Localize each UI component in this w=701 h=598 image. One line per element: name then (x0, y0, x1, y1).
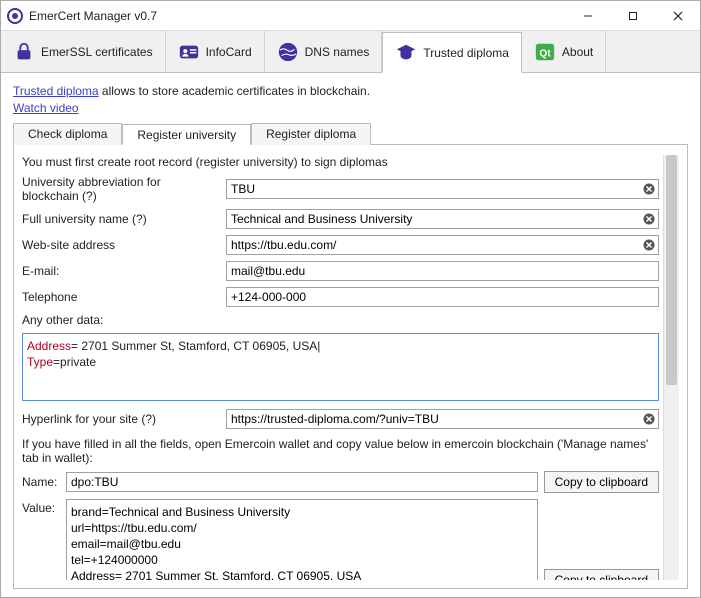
content-area: Trusted diploma allows to store academic… (1, 73, 700, 597)
form-hint: You must first create root record (regis… (22, 155, 659, 169)
tab-label: DNS names (305, 45, 370, 59)
hyperlink-label: Hyperlink for your site (?) (22, 412, 220, 426)
app-title: EmerCert Manager v0.7 (29, 9, 565, 23)
clear-icon[interactable] (640, 410, 658, 428)
value-textarea[interactable] (66, 499, 538, 580)
hyperlink-input[interactable] (227, 410, 640, 428)
globe-icon (277, 41, 299, 63)
trusted-diploma-link[interactable]: Trusted diploma (13, 84, 99, 98)
tab-label: InfoCard (206, 45, 252, 59)
subtab-register-diploma[interactable]: Register diploma (251, 123, 371, 145)
tel-input[interactable] (227, 288, 658, 306)
other-data-textarea[interactable]: Address= 2701 Summer St, Stamford, CT 06… (22, 333, 659, 401)
instructions-text: If you have filled in all the fields, op… (22, 437, 659, 465)
name-input[interactable] (66, 472, 538, 492)
fullname-label: Full university name (?) (22, 212, 220, 226)
intro-rest: allows to store academic certificates in… (99, 84, 370, 98)
main-tabs: EmerSSL certificates InfoCard DNS names … (1, 31, 700, 73)
email-input[interactable] (227, 262, 658, 280)
vertical-scrollbar[interactable] (663, 155, 679, 580)
copy-value-button[interactable]: Copy to clipboard (544, 569, 659, 580)
app-icon (7, 8, 23, 24)
subtab-register-university[interactable]: Register university (122, 124, 251, 145)
idcard-icon (178, 41, 200, 63)
abbrev-input[interactable] (227, 180, 640, 198)
tab-emerssl[interactable]: EmerSSL certificates (1, 31, 166, 72)
tel-label: Telephone (22, 290, 220, 304)
graduation-cap-icon (395, 42, 417, 64)
other-data-label: Any other data: (22, 313, 659, 327)
app-window: EmerCert Manager v0.7 EmerSSL certificat… (0, 0, 701, 598)
clear-icon[interactable] (640, 180, 658, 198)
value-label: Value: (22, 499, 60, 515)
sub-tabs: Check diploma Register university Regist… (13, 123, 688, 145)
lock-icon (13, 41, 35, 63)
tab-label: About (562, 45, 593, 59)
name-label: Name: (22, 475, 60, 489)
scrollbar-thumb[interactable] (666, 155, 677, 385)
minimize-button[interactable] (565, 1, 610, 31)
website-label: Web-site address (22, 238, 220, 252)
titlebar: EmerCert Manager v0.7 (1, 1, 700, 31)
watch-video-link[interactable]: Watch video (13, 101, 79, 115)
clear-icon[interactable] (640, 236, 658, 254)
tab-infocard[interactable]: InfoCard (166, 31, 265, 72)
intro-text: Trusted diploma allows to store academic… (13, 83, 688, 117)
tab-label: Trusted diploma (423, 46, 509, 60)
email-label: E-mail: (22, 264, 220, 278)
clear-icon[interactable] (640, 210, 658, 228)
tab-dns[interactable]: DNS names (265, 31, 383, 72)
close-button[interactable] (655, 1, 700, 31)
tab-about[interactable]: Qt About (522, 31, 606, 72)
form-panel: You must first create root record (regis… (13, 145, 688, 589)
tab-trusted-diploma[interactable]: Trusted diploma (382, 32, 522, 73)
copy-name-button[interactable]: Copy to clipboard (544, 471, 659, 493)
maximize-button[interactable] (610, 1, 655, 31)
abbrev-label: University abbreviation for blockchain (… (22, 175, 220, 203)
svg-text:Qt: Qt (539, 48, 551, 59)
tab-label: EmerSSL certificates (41, 45, 153, 59)
website-input[interactable] (227, 236, 640, 254)
qt-icon: Qt (534, 41, 556, 63)
fullname-input[interactable] (227, 210, 640, 228)
subtab-check-diploma[interactable]: Check diploma (13, 123, 122, 145)
